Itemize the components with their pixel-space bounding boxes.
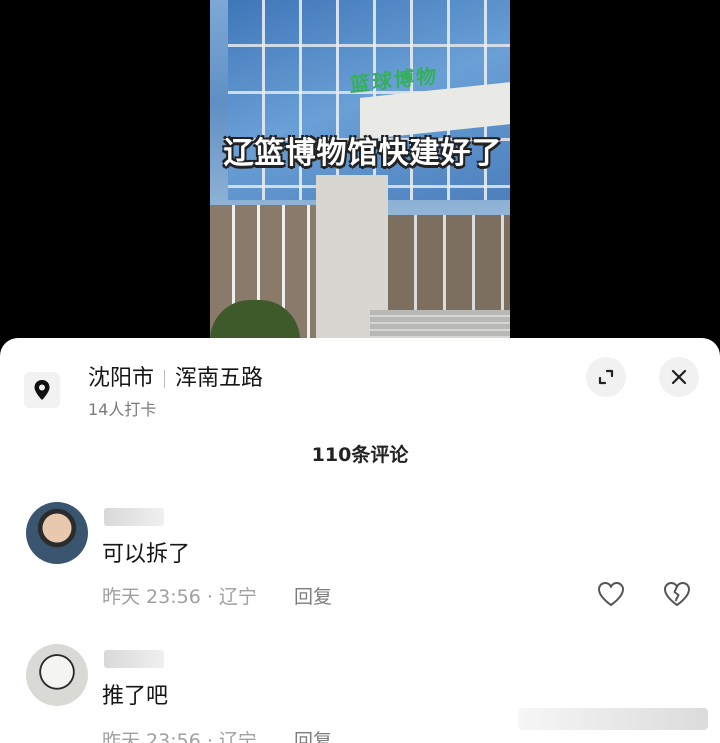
avatar[interactable] xyxy=(26,644,88,706)
avatar[interactable] xyxy=(26,502,88,564)
location-title[interactable]: 沈阳市 浑南五路 xyxy=(88,360,263,392)
video-frame: 篮球博物 xyxy=(210,0,510,345)
comment-count: 110条评论 xyxy=(311,444,409,466)
comment-text: 可以拆了 xyxy=(102,542,191,567)
expand-button[interactable] xyxy=(586,357,626,397)
location-divider xyxy=(164,370,166,388)
broken-heart-icon[interactable] xyxy=(662,580,692,608)
reply-button[interactable]: 回复 xyxy=(294,726,332,743)
reply-button[interactable]: 回复 xyxy=(294,582,332,609)
video-player[interactable]: 篮球博物 辽篮博物馆快建好了 xyxy=(0,0,720,345)
username-redacted[interactable] xyxy=(104,508,164,526)
location-pin-icon[interactable] xyxy=(24,372,60,408)
comments-sheet: 沈阳市 浑南五路 14人打卡 110条评论 可以拆了 昨天 23:56 · 辽宁 … xyxy=(0,338,720,743)
expand-icon xyxy=(598,369,614,385)
comment-item: 可以拆了 昨天 23:56 · 辽宁 回复 xyxy=(0,498,720,638)
video-caption: 辽篮博物馆快建好了 xyxy=(223,136,503,171)
location-checkins: 14人打卡 xyxy=(88,400,157,419)
close-button[interactable] xyxy=(659,357,699,397)
close-icon xyxy=(671,369,687,385)
watermark xyxy=(518,708,708,730)
comment-text: 推了吧 xyxy=(102,684,169,709)
heart-icon[interactable] xyxy=(596,580,626,608)
location-road: 浑南五路 xyxy=(175,366,264,391)
comment-meta: 昨天 23:56 · 辽宁 xyxy=(102,586,257,608)
location-city: 沈阳市 xyxy=(88,366,155,391)
username-redacted[interactable] xyxy=(104,650,164,668)
comment-meta: 昨天 23:56 · 辽宁 xyxy=(102,730,257,743)
building-entrance-doors xyxy=(388,215,510,315)
